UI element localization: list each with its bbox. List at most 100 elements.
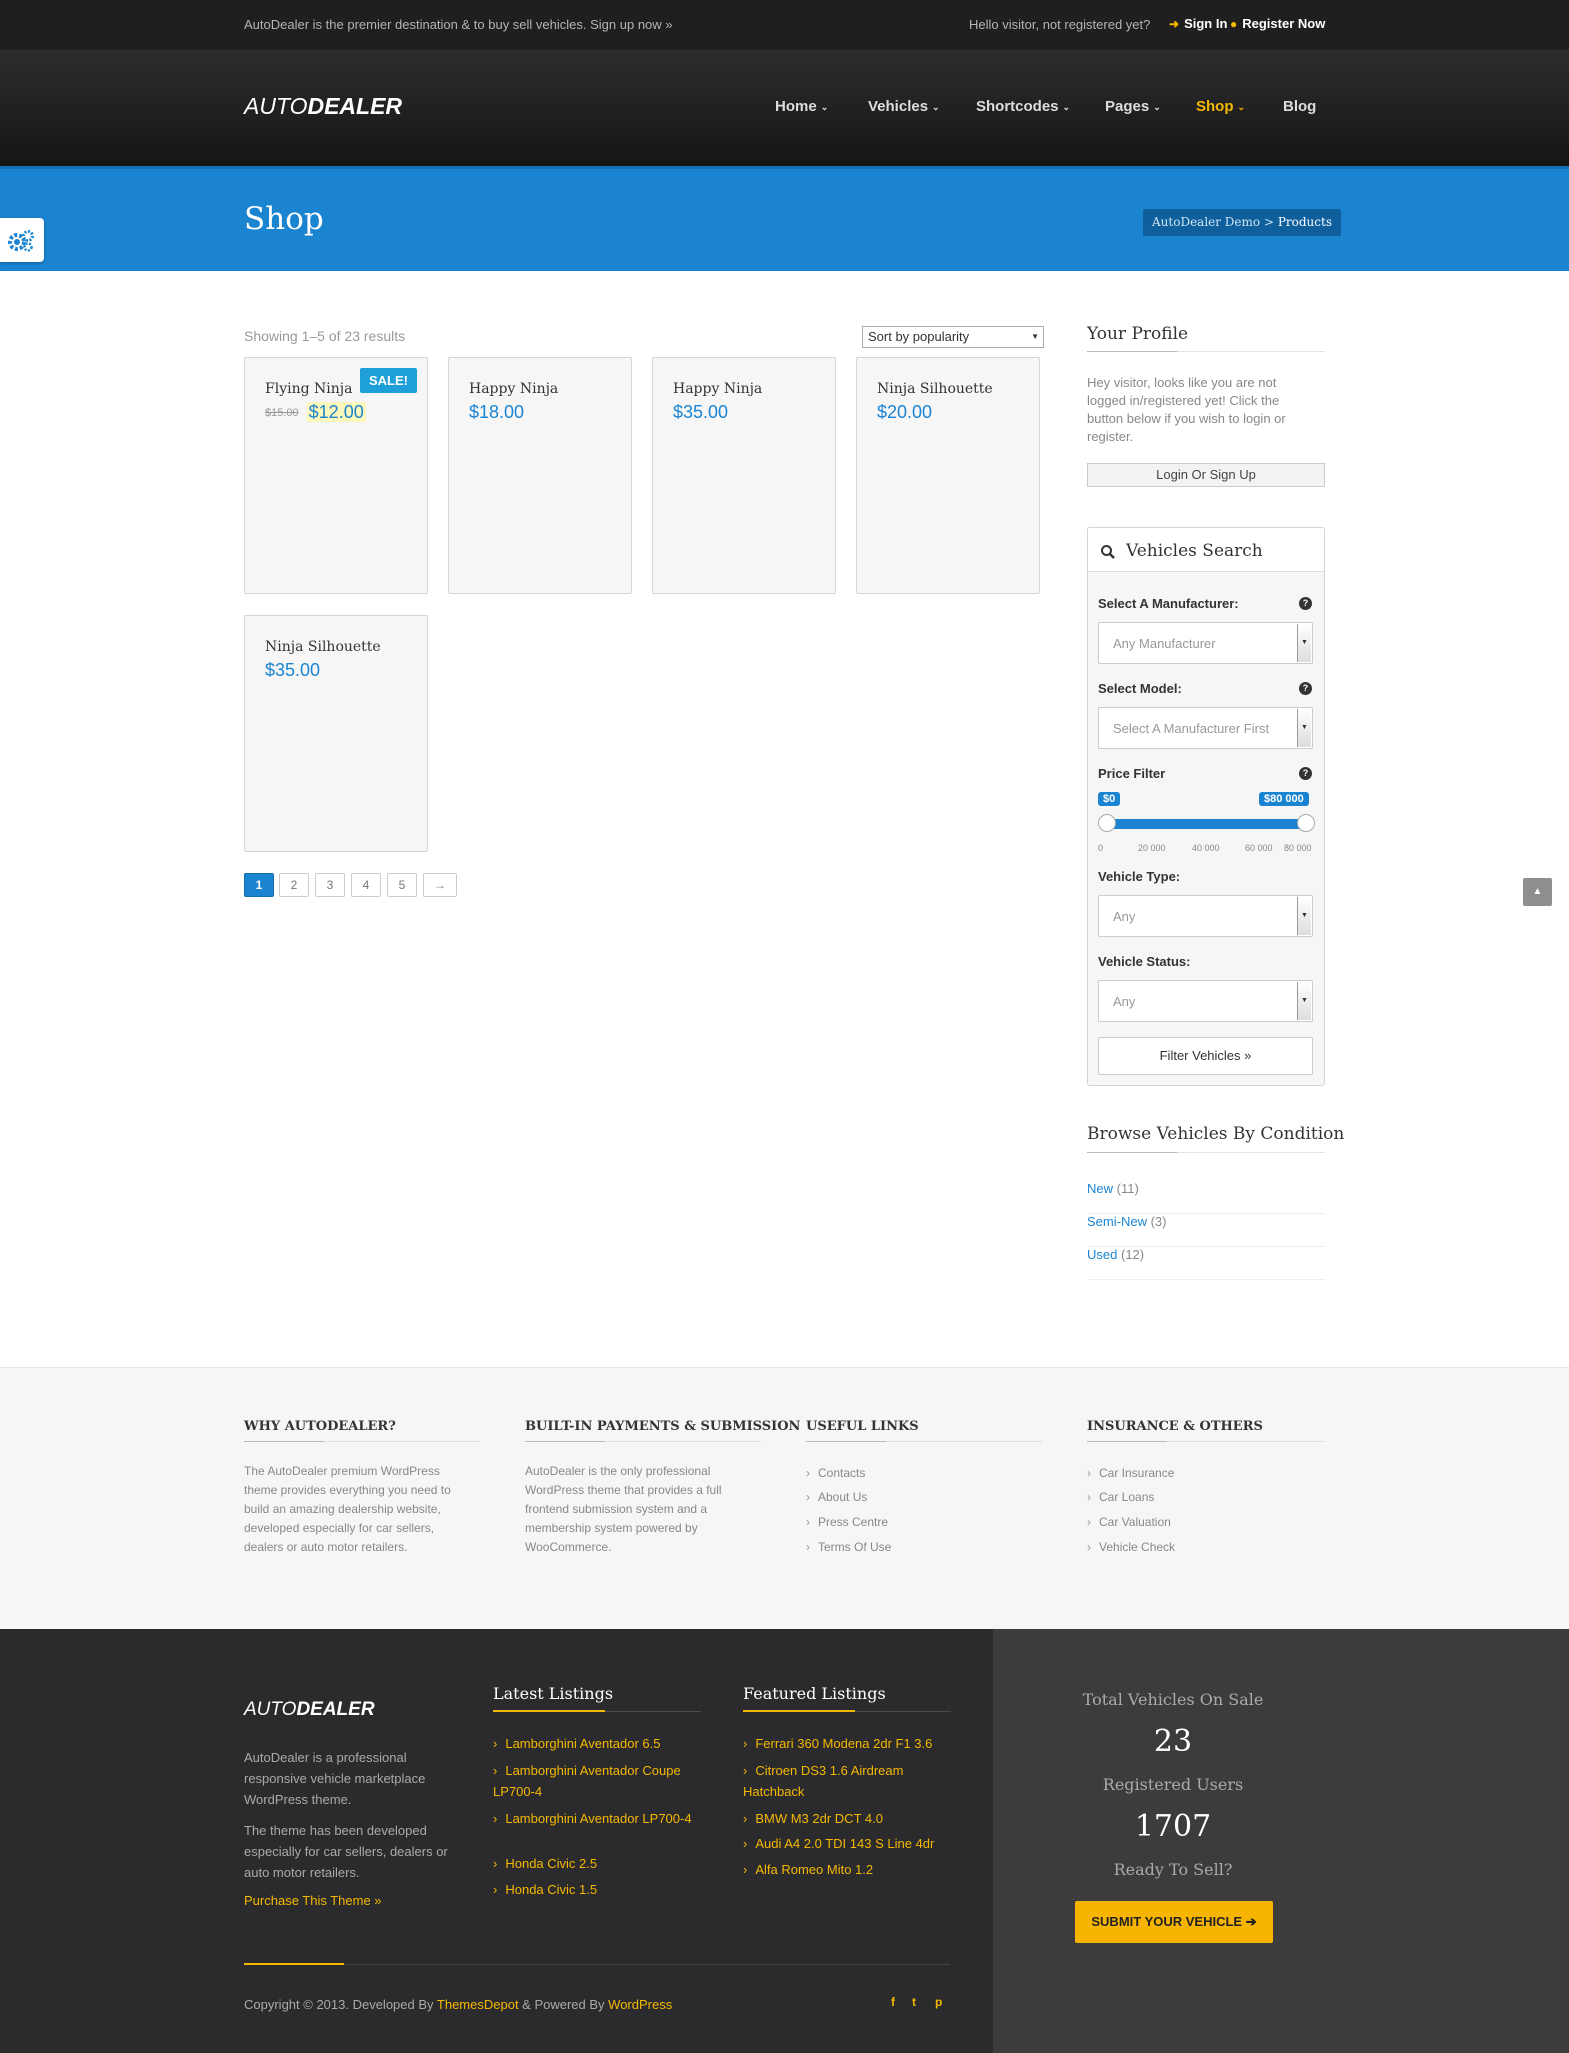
footer-link-label: Terms Of Use — [818, 1540, 892, 1554]
featured-listing-link[interactable]: › BMW M3 2dr DCT 4.0 — [743, 1808, 963, 1829]
page-4[interactable]: 4 — [351, 873, 381, 897]
chevron-down-icon: ⌄ — [1153, 102, 1161, 112]
product-name[interactable]: Happy Ninja — [673, 381, 762, 397]
chevron-right-icon: › — [806, 1490, 810, 1504]
nav-shortcodes[interactable]: Shortcodes ⌄ — [976, 98, 1070, 115]
product-card[interactable]: Ninja Silhouette $35.00 — [244, 615, 428, 852]
condition-link[interactable]: Used — [1087, 1247, 1117, 1262]
product-price: $35.00 — [673, 402, 729, 422]
wordpress-link[interactable]: WordPress — [608, 1997, 672, 2012]
featured-listing-link[interactable]: › Ferrari 360 Modena 2dr F1 3.6 — [743, 1733, 963, 1754]
price-filter-label: Price Filter — [1098, 766, 1166, 781]
model-select[interactable]: Select A Manufacturer First ▼ — [1098, 707, 1313, 749]
page-2[interactable]: 2 — [279, 873, 309, 897]
breadcrumb: AutoDealer Demo > Products — [1143, 209, 1341, 236]
price-slider-min-handle[interactable] — [1098, 814, 1116, 832]
product-card[interactable]: Happy Ninja $18.00 — [448, 357, 632, 594]
scroll-to-top-button[interactable]: ▲ — [1523, 878, 1552, 906]
latest-listing-link[interactable]: › Honda Civic 1.5 — [493, 1879, 713, 1900]
next-page[interactable]: → — [423, 873, 457, 897]
footer-link-terms[interactable]: › Terms Of Use — [806, 1540, 891, 1554]
login-signup-button[interactable]: Login Or Sign Up — [1087, 463, 1325, 487]
product-card[interactable]: Ninja Silhouette $20.00 — [856, 357, 1040, 594]
footer-link-check[interactable]: › Vehicle Check — [1087, 1540, 1175, 1554]
page-1[interactable]: 1 — [244, 873, 274, 897]
latest-listing-link[interactable]: › Honda Civic 2.5 — [493, 1853, 713, 1874]
breadcrumb-home-link[interactable]: AutoDealer Demo — [1152, 215, 1260, 229]
nav-blog[interactable]: Blog — [1283, 98, 1316, 115]
product-name[interactable]: Happy Ninja — [469, 381, 558, 397]
chevron-down-icon: ⌄ — [820, 102, 829, 112]
product-card[interactable]: Flying Ninja $15.00 $12.00 SALE! — [244, 357, 428, 594]
style-switcher-toggle[interactable] — [0, 218, 44, 262]
footer-link-press[interactable]: › Press Centre — [806, 1515, 888, 1529]
divider — [1087, 1152, 1325, 1153]
chevron-right-icon: › — [806, 1466, 810, 1480]
filter-vehicles-button[interactable]: Filter Vehicles » — [1098, 1037, 1313, 1075]
footer-link-valuation[interactable]: › Car Valuation — [1087, 1515, 1171, 1529]
vehicle-status-label: Vehicle Status: — [1098, 954, 1191, 969]
footer-link-label: Vehicle Check — [1099, 1540, 1176, 1554]
chevron-right-icon: › — [493, 1882, 498, 1897]
product-name[interactable]: Ninja Silhouette — [265, 639, 381, 655]
footer-link-insurance[interactable]: › Car Insurance — [1087, 1466, 1174, 1480]
facebook-icon[interactable]: f — [891, 1995, 895, 2009]
condition-count: (3) — [1150, 1214, 1167, 1229]
nav-shop[interactable]: Shop ⌄ — [1196, 98, 1245, 115]
product-card[interactable]: Happy Ninja $35.00 — [652, 357, 836, 594]
dropdown-arrow-icon: ▼ — [1297, 624, 1311, 662]
themesdepot-link[interactable]: ThemesDepot — [437, 1997, 519, 2012]
submit-vehicle-button[interactable]: SUBMIT YOUR VEHICLE ➔ — [1075, 1901, 1273, 1943]
nav-pages[interactable]: Pages ⌄ — [1105, 98, 1161, 115]
price-slider-track[interactable] — [1100, 819, 1312, 829]
top-tagline-link[interactable]: AutoDealer is the premier destination & … — [244, 17, 673, 32]
chevron-right-icon: › — [1087, 1515, 1091, 1529]
featured-listing-link[interactable]: › Audi A4 2.0 TDI 143 S Line 4dr — [743, 1833, 963, 1854]
condition-link[interactable]: Semi-New — [1087, 1214, 1147, 1229]
pinterest-icon[interactable]: p — [935, 1995, 942, 2009]
register-link[interactable]: ● Register Now — [1230, 16, 1325, 31]
model-value: Select A Manufacturer First — [1113, 721, 1270, 736]
featured-listing-link[interactable]: › Citroen DS3 1.6 Airdream Hatchback — [743, 1760, 963, 1802]
page-3[interactable]: 3 — [315, 873, 345, 897]
arrow-circle-icon: ➔ — [1245, 1914, 1257, 1929]
chevron-down-icon: ⌄ — [1237, 102, 1246, 112]
footer-logo[interactable]: AUTODEALER — [244, 1699, 375, 1721]
latest-listing-label: Lamborghini Aventador Coupe LP700-4 — [493, 1763, 681, 1799]
featured-listing-label: Audi A4 2.0 TDI 143 S Line 4dr — [755, 1836, 935, 1851]
sign-in-link[interactable]: ➜ Sign In — [1169, 16, 1227, 31]
twitter-icon[interactable]: t — [912, 1995, 916, 2009]
vehicle-status-select[interactable]: Any ▼ — [1098, 980, 1313, 1022]
manufacturer-select[interactable]: Any Manufacturer ▼ — [1098, 622, 1313, 664]
latest-listing-link[interactable]: › Lamborghini Aventador 6.5 — [493, 1733, 713, 1754]
nav-home[interactable]: Home ⌄ — [775, 98, 828, 115]
latest-listings-title: Latest Listings — [493, 1684, 614, 1703]
price-slider-max-handle[interactable] — [1297, 814, 1315, 832]
vehicle-type-select[interactable]: Any ▼ — [1098, 895, 1313, 937]
footer-link-contacts[interactable]: › Contacts — [806, 1466, 865, 1480]
copyright-prefix: Copyright © 2013. Developed By — [244, 1997, 437, 2012]
help-icon[interactable]: ? — [1299, 682, 1312, 695]
help-icon[interactable]: ? — [1299, 767, 1312, 780]
register-label: Register Now — [1242, 16, 1326, 31]
footer-about-1: AutoDealer is a professional responsive … — [244, 1750, 426, 1807]
product-name[interactable]: Ninja Silhouette — [877, 381, 993, 397]
featured-listing-link[interactable]: › Alfa Romeo Mito 1.2 — [743, 1859, 963, 1880]
sort-select[interactable]: Sort by popularity ▼ — [862, 326, 1044, 348]
footer-link-loans[interactable]: › Car Loans — [1087, 1490, 1154, 1504]
latest-listing-link[interactable]: › Lamborghini Aventador Coupe LP700-4 — [493, 1760, 713, 1802]
page-5[interactable]: 5 — [387, 873, 417, 897]
latest-listing-link[interactable]: › Lamborghini Aventador LP700-4 — [493, 1808, 713, 1829]
footer-link-about[interactable]: › About Us — [806, 1490, 867, 1504]
help-icon[interactable]: ? — [1299, 597, 1312, 610]
purchase-theme-link[interactable]: Purchase This Theme » — [244, 1893, 382, 1908]
nav-blog-label: Blog — [1283, 98, 1317, 115]
page-title-band: Shop AutoDealer Demo > Products — [0, 166, 1569, 271]
chevron-right-icon: › — [493, 1856, 498, 1871]
nav-vehicles[interactable]: Vehicles ⌄ — [868, 98, 940, 115]
product-name[interactable]: Flying Ninja — [265, 381, 352, 397]
chevron-right-icon: › — [493, 1763, 498, 1778]
site-logo[interactable]: AUTODEALER — [244, 93, 402, 120]
insurance-title: INSURANCE & OTHERS — [1087, 1419, 1263, 1434]
condition-link[interactable]: New — [1087, 1181, 1113, 1196]
